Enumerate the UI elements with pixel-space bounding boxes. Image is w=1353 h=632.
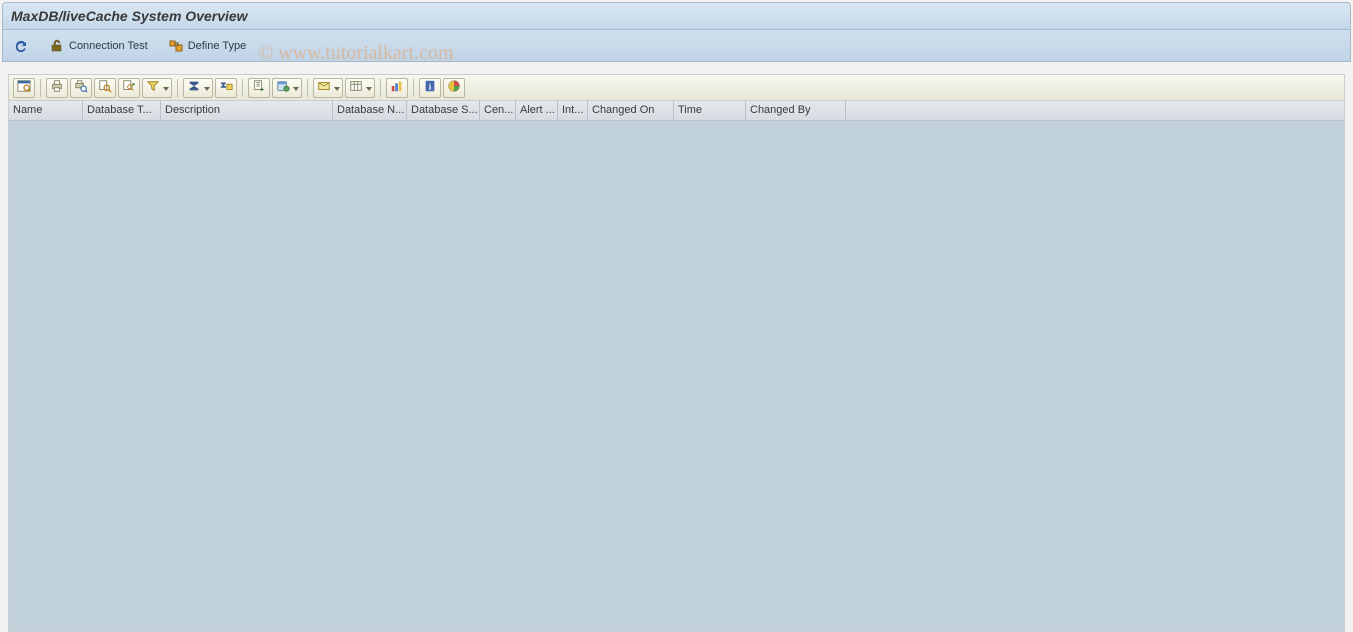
column-header[interactable]: Int... — [558, 101, 588, 120]
toolbar-separator — [413, 79, 414, 97]
toolbar-separator — [307, 79, 308, 97]
connection-test-button[interactable]: Connection Test — [45, 33, 152, 59]
grid-container: i NameDatabase T...DescriptionDatabase N… — [8, 74, 1345, 632]
column-header[interactable]: Changed On — [588, 101, 674, 120]
find-next-icon — [122, 79, 136, 96]
column-header[interactable]: Database N... — [333, 101, 407, 120]
toolbar-separator — [242, 79, 243, 97]
find-button[interactable] — [94, 78, 116, 98]
find-icon — [98, 79, 112, 96]
mail-button[interactable] — [313, 78, 343, 98]
info-button[interactable]: i — [419, 78, 441, 98]
print-preview-button[interactable] — [70, 78, 92, 98]
grid-toolbar: i — [9, 75, 1344, 101]
local-file-button[interactable] — [272, 78, 302, 98]
column-header[interactable]: Database T... — [83, 101, 161, 120]
layout-button[interactable] — [345, 78, 375, 98]
find-next-button[interactable] — [118, 78, 140, 98]
define-type-icon — [168, 38, 184, 54]
sum-button[interactable] — [183, 78, 213, 98]
page-title: MaxDB/liveCache System Overview — [11, 8, 248, 24]
local-file-icon — [276, 79, 290, 96]
print-icon — [50, 79, 64, 96]
lock-open-icon — [49, 38, 65, 54]
app-toolbar: Connection Test Define Type — [2, 30, 1351, 62]
title-bar: MaxDB/liveCache System Overview — [2, 2, 1351, 30]
column-header[interactable]: Cen... — [480, 101, 516, 120]
export-button[interactable] — [248, 78, 270, 98]
toolbar-separator — [177, 79, 178, 97]
print-preview-icon — [74, 79, 88, 96]
filter-icon — [146, 79, 160, 96]
legend-button[interactable] — [443, 78, 465, 98]
details-icon — [17, 79, 31, 96]
chart-icon — [390, 79, 404, 96]
layout-icon — [349, 79, 363, 96]
print-button[interactable] — [46, 78, 68, 98]
connection-test-label: Connection Test — [69, 40, 148, 52]
grid-column-headers: NameDatabase T...DescriptionDatabase N..… — [9, 101, 1344, 121]
refresh-button[interactable] — [9, 33, 33, 59]
column-header[interactable]: Description — [161, 101, 333, 120]
legend-icon — [447, 79, 461, 96]
column-header[interactable]: Database S... — [407, 101, 480, 120]
subtotal-button[interactable] — [215, 78, 237, 98]
grid-body — [9, 121, 1344, 631]
chart-button[interactable] — [386, 78, 408, 98]
export-icon — [252, 79, 266, 96]
column-header[interactable]: Name — [9, 101, 83, 120]
mail-icon — [317, 79, 331, 96]
info-icon: i — [423, 79, 437, 96]
define-type-button[interactable]: Define Type — [164, 33, 251, 59]
column-header[interactable]: Time — [674, 101, 746, 120]
details-button[interactable] — [13, 78, 35, 98]
sum-icon — [187, 79, 201, 96]
toolbar-separator — [40, 79, 41, 97]
filter-button[interactable] — [142, 78, 172, 98]
column-header[interactable]: Changed By — [746, 101, 846, 120]
define-type-label: Define Type — [188, 40, 247, 52]
toolbar-separator — [380, 79, 381, 97]
subtotal-icon — [219, 79, 233, 96]
column-header[interactable]: Alert ... — [516, 101, 558, 120]
refresh-icon — [13, 38, 29, 54]
